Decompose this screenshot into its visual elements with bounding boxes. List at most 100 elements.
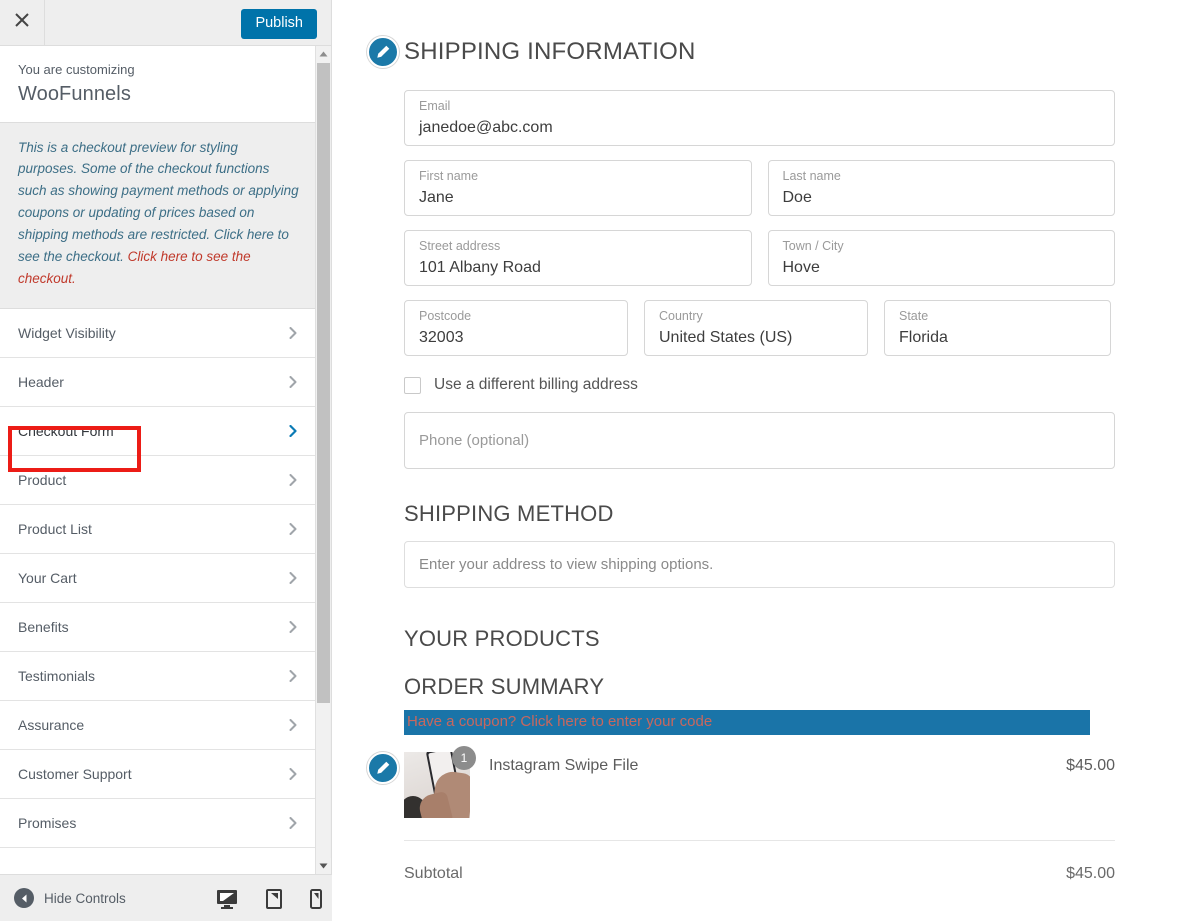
sidebar-item-label: Your Cart (18, 569, 77, 586)
city-field[interactable]: Town / City Hove (767, 230, 1115, 286)
publish-button[interactable]: Publish (241, 9, 317, 40)
order-product-row: 1 Instagram Swipe File $45.00 (367, 746, 1115, 841)
country-field-value: United States (US) (659, 328, 793, 346)
close-icon (14, 12, 30, 33)
hide-controls-button[interactable]: Hide Controls (0, 888, 126, 908)
sidebar-item-customer-support[interactable]: Customer Support (0, 749, 317, 799)
sidebar-item-product[interactable]: Product (0, 455, 317, 505)
customizing-block: You are customizing WooFunnels (0, 46, 317, 123)
address-row: Street address 101 Albany Road Town / Ci… (404, 230, 1115, 286)
state-field-value: Florida (899, 328, 948, 346)
first-name-field-label: First name (419, 169, 479, 183)
sidebar-item-label: Product (18, 471, 67, 488)
mobile-preview-button[interactable] (310, 888, 322, 909)
street-address-field-label: Street address (419, 239, 501, 253)
sidebar-scrollbar-thumb[interactable] (317, 63, 330, 703)
product-price: $45.00 (1066, 757, 1115, 774)
checkout-form: Email janedoe@abc.com First name Jane La… (333, 90, 1181, 883)
last-name-field[interactable]: Last name Doe (767, 160, 1115, 216)
sidebar-item-widget-visibility[interactable]: Widget Visibility (0, 308, 317, 358)
checkout-preview-frame: SHIPPING INFORMATION Email janedoe@abc.c… (333, 0, 1181, 921)
device-preview-group (216, 875, 322, 921)
sidebar-item-label: Product List (18, 520, 92, 537)
phone-field-placeholder: Phone (optional) (419, 432, 530, 449)
sidebar-item-promises[interactable]: Promises (0, 798, 317, 848)
product-name: Instagram Swipe File (489, 757, 639, 774)
chevron-right-icon (287, 571, 299, 584)
customizer-sidebar: Publish You are customizing WooFunnels T… (0, 0, 332, 921)
edit-pencil-icon[interactable] (367, 36, 399, 68)
postcode-field-value: 32003 (419, 328, 464, 346)
billing-address-checkbox[interactable] (404, 376, 421, 394)
email-field-value: janedoe@abc.com (419, 118, 553, 136)
chevron-right-icon (287, 375, 299, 388)
sidebar-item-label: Header (18, 373, 64, 390)
customizer-sections-menu: Widget Visibility Header Checkout Form P… (0, 308, 317, 848)
sidebar-item-header[interactable]: Header (0, 357, 317, 407)
shipping-method-box[interactable]: Enter your address to view shipping opti… (404, 541, 1115, 588)
phone-field[interactable]: Phone (optional) (404, 412, 1115, 469)
sidebar-item-checkout-form[interactable]: Checkout Form (0, 406, 317, 456)
subtotal-label: Subtotal (404, 865, 463, 882)
country-field[interactable]: Country United States (US) (644, 300, 868, 356)
customizer-header: Publish (0, 0, 331, 46)
shipping-method-placeholder: Enter your address to view shipping opti… (419, 556, 714, 573)
site-title: WooFunnels (18, 82, 131, 105)
sidebar-item-label: Checkout Form (18, 422, 114, 439)
scroll-down-arrow-icon[interactable] (316, 858, 331, 874)
page-title: SHIPPING INFORMATION (404, 38, 696, 65)
first-name-field-value: Jane (419, 188, 454, 206)
your-products-heading: YOUR PRODUCTS (404, 626, 600, 651)
coupon-link[interactable]: Have a coupon? Click here to enter your … (407, 713, 712, 730)
state-field-label: State (899, 309, 929, 323)
sidebar-item-benefits[interactable]: Benefits (0, 602, 317, 652)
customizing-label: You are customizing (18, 62, 135, 77)
notice-text: This is a checkout preview for styling p… (18, 139, 299, 264)
sidebar-item-assurance[interactable]: Assurance (0, 700, 317, 750)
tablet-preview-button[interactable] (266, 888, 282, 909)
sidebar-item-label: Testimonials (18, 667, 96, 684)
hide-controls-label: Hide Controls (44, 890, 126, 906)
edit-pencil-icon[interactable] (367, 752, 399, 784)
customizer-footer: Hide Controls (0, 874, 332, 921)
customizer-panel: You are customizing WooFunnels This is a… (0, 46, 317, 874)
sidebar-item-label: Benefits (18, 618, 69, 635)
chevron-right-icon (287, 669, 299, 682)
street-address-field-value: 101 Albany Road (419, 258, 541, 276)
country-field-label: Country (659, 309, 703, 323)
sidebar-item-testimonials[interactable]: Testimonials (0, 651, 317, 701)
email-field-label: Email (419, 99, 451, 113)
email-field[interactable]: Email janedoe@abc.com (404, 90, 1115, 146)
postcode-field[interactable]: Postcode 32003 (404, 300, 628, 356)
first-name-field[interactable]: First name Jane (404, 160, 752, 216)
collapse-left-icon (14, 888, 34, 908)
location-row: Postcode 32003 Country United States (US… (404, 300, 1115, 356)
name-row: First name Jane Last name Doe (404, 160, 1115, 216)
shipping-information-header: SHIPPING INFORMATION (333, 36, 1181, 68)
state-field[interactable]: State Florida (884, 300, 1111, 356)
chevron-right-icon (287, 767, 299, 780)
sidebar-item-label: Assurance (18, 716, 85, 733)
last-name-field-label: Last name (782, 169, 841, 183)
customizer-app: Publish You are customizing WooFunnels T… (0, 0, 1181, 921)
sidebar-item-label: Customer Support (18, 765, 132, 782)
sidebar-item-your-cart[interactable]: Your Cart (0, 553, 317, 603)
chevron-right-icon (287, 718, 299, 731)
close-customizer-button[interactable] (0, 0, 45, 45)
sidebar-item-label: Widget Visibility (18, 324, 116, 341)
billing-address-checkbox-label: Use a different billing address (434, 376, 638, 393)
coupon-link-highlight: Have a coupon? Click here to enter your … (404, 710, 1090, 735)
chevron-right-icon (287, 522, 299, 535)
product-quantity-badge: 1 (452, 746, 476, 770)
chevron-right-icon (287, 816, 299, 829)
street-address-field[interactable]: Street address 101 Albany Road (404, 230, 752, 286)
city-field-label: Town / City (782, 239, 844, 253)
sidebar-scrollbar[interactable] (315, 46, 331, 874)
sidebar-item-product-list[interactable]: Product List (0, 504, 317, 554)
subtotal-row: Subtotal $45.00 (404, 865, 1115, 883)
billing-address-checkbox-row[interactable]: Use a different billing address (404, 376, 1181, 394)
desktop-preview-button[interactable] (216, 889, 238, 909)
chevron-right-icon (287, 326, 299, 339)
preview-notice: This is a checkout preview for styling p… (0, 122, 317, 309)
scroll-up-arrow-icon[interactable] (316, 46, 331, 62)
